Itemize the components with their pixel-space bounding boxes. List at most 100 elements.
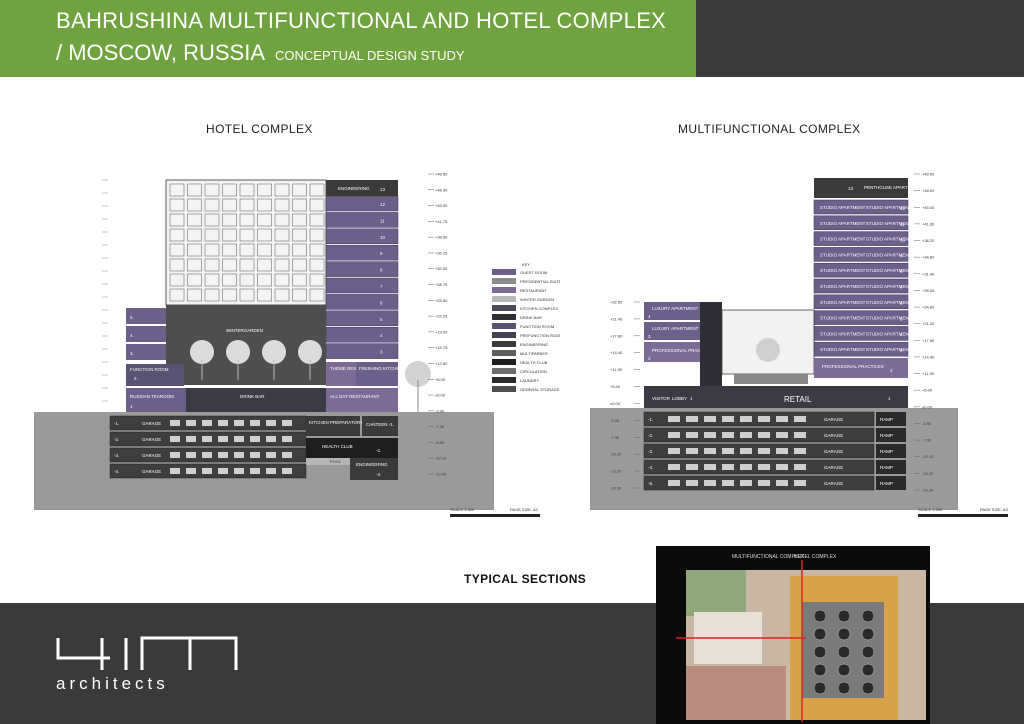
level-label-right: +41.60 xyxy=(922,221,935,226)
studio-label: STUDIO APARTMENT xyxy=(820,300,866,305)
parked-car xyxy=(776,432,788,438)
level-label-left: -13.20 xyxy=(610,469,622,474)
studio-label: STUDIO APARTMENT xyxy=(866,284,912,289)
plan-green-block xyxy=(686,570,746,616)
studio-label: STUDIO APARTMENT xyxy=(866,331,912,336)
plan-label-hotel: HOTEL COMPLEX xyxy=(794,554,837,560)
hotel-guestroom-stack: 1211109876543 xyxy=(325,195,399,359)
studio-label: STUDIO APARTMENT xyxy=(866,252,912,257)
parked-car xyxy=(704,464,716,470)
key-swatch xyxy=(492,305,516,311)
parked-car xyxy=(686,432,698,438)
parked-car xyxy=(740,432,752,438)
level-label-right: +28.00 xyxy=(922,288,935,293)
parked-car xyxy=(218,468,228,474)
level-label: -10.10 xyxy=(435,456,447,461)
key-item-label: CIRCULATION xyxy=(520,369,547,374)
plan-column xyxy=(861,627,875,641)
guestroom-floor xyxy=(325,195,399,212)
plan-column xyxy=(837,627,851,641)
key-swatch xyxy=(492,323,516,329)
hotel-exterior-tree xyxy=(405,361,431,412)
studio-label: STUDIO APARTMENT xyxy=(866,316,912,321)
retail-label: RETAIL xyxy=(784,395,812,404)
studio-label: STUDIO APARTMENT xyxy=(820,237,866,242)
level-label: +6.00 xyxy=(435,377,446,382)
level-label-left: +14.40 xyxy=(610,350,623,355)
hotel-tower-glass xyxy=(165,179,327,306)
parked-car xyxy=(722,480,734,486)
multi-floor-number: 11 xyxy=(900,222,905,227)
garage-level-label: -2. xyxy=(114,437,119,442)
ramp-label: RAMP xyxy=(880,481,893,486)
key-swatch xyxy=(492,341,516,347)
studio-label: STUDIO APARTMENT xyxy=(820,221,866,226)
hotel-floor-number: 12 xyxy=(380,202,386,207)
russian-tearoom-block xyxy=(126,388,186,412)
level-label-left: -10.10 xyxy=(610,452,622,457)
parked-car xyxy=(686,416,698,422)
page-title: BAHRUSHINA MULTIFUNCTIONAL AND HOTEL COM… xyxy=(56,8,667,33)
key-item-label: ENGINEERING xyxy=(520,342,548,347)
key-item-label: PREFUNCTION ROOM xyxy=(520,333,560,338)
guestroom-floor xyxy=(325,294,399,310)
wintergarden-label: WINTERGARDEN xyxy=(226,328,263,333)
level-label: -3.90 xyxy=(435,408,445,413)
level-label-left: +5.00 xyxy=(610,384,621,389)
multi-garage-label: GARAGE xyxy=(824,449,843,454)
parked-car xyxy=(218,452,228,458)
multi-scale-label: SCALE 1:300 xyxy=(918,507,943,512)
ramp-label: RAMP xyxy=(880,465,893,470)
key-swatch xyxy=(492,314,516,320)
key-item-label: HEALTH CLUB xyxy=(520,360,548,365)
key-item-label: MULTIPARKER xyxy=(520,351,548,356)
guestroom-floor xyxy=(325,343,399,359)
page-subtitle: CONCEPTUAL DESIGN STUDY xyxy=(275,48,465,63)
hotel-section-drawing: 1211109876543 ENGINEERING 13 5.4.3. WINT… xyxy=(34,172,560,517)
parked-car xyxy=(722,432,734,438)
level-label-left: -3.90 xyxy=(610,418,620,423)
engineering-below-num: -3. xyxy=(376,472,381,477)
parked-car xyxy=(282,468,292,474)
ramp-label: RAMP xyxy=(880,433,893,438)
parked-car xyxy=(758,416,770,422)
key-swatch xyxy=(492,269,516,275)
parked-car xyxy=(758,480,770,486)
multi-floor-number: 12 xyxy=(900,206,906,211)
studio-label: STUDIO APARTMENT xyxy=(820,252,866,257)
ramp-label: RAMP xyxy=(880,417,893,422)
multi-garage-label: GARAGE xyxy=(824,481,843,486)
parked-car xyxy=(776,416,788,422)
parked-car xyxy=(234,436,244,442)
level-label-right: +49.50 xyxy=(922,172,935,177)
level-label: +38.50 xyxy=(435,235,448,240)
garage-label: GARAGE xyxy=(142,421,161,426)
parked-car xyxy=(668,416,680,422)
parked-car xyxy=(686,464,698,470)
parked-car xyxy=(686,448,698,454)
pool-block xyxy=(306,458,350,465)
left-floor-number: 4. xyxy=(130,333,134,338)
drink-bar-label: DRINK BAR xyxy=(240,394,265,399)
multi-tower-stack: STUDIO APARTMENT STUDIO APARTMENT12STUDIO… xyxy=(813,199,912,357)
studio-label: STUDIO APARTMENT xyxy=(820,268,866,273)
parked-car xyxy=(740,448,752,454)
level-label: +15.75 xyxy=(435,345,448,350)
hotel-floor-number: 10 xyxy=(380,235,386,240)
parked-car xyxy=(740,416,752,422)
hotel-scale-bar: SCALE 1:300 PAGE SIZE: A3 xyxy=(450,507,540,517)
key-legend: KEY GUEST ROOM PRESIDENTIAL SUITE RESTAURA… xyxy=(492,262,560,392)
engineering-below-label: ENGINEERING xyxy=(356,462,388,467)
parked-car xyxy=(776,464,788,470)
level-label: ±0.00 xyxy=(435,393,446,398)
level-label: -8.50 xyxy=(435,440,445,445)
level-label-right: +21.20 xyxy=(922,321,935,326)
studio-label: STUDIO APARTMENT xyxy=(866,300,912,305)
guestroom-floor xyxy=(325,261,399,277)
parked-car xyxy=(202,436,212,442)
kitchen-prep-block xyxy=(306,416,360,436)
key-item-label: WINTER GARDEN xyxy=(520,297,554,302)
level-label-right: -13.20 xyxy=(922,471,934,476)
multi-section-title: MULTIFUNCTIONAL COMPLEX xyxy=(678,122,861,136)
key-item-label: FUNCTION ROOM xyxy=(520,324,554,329)
